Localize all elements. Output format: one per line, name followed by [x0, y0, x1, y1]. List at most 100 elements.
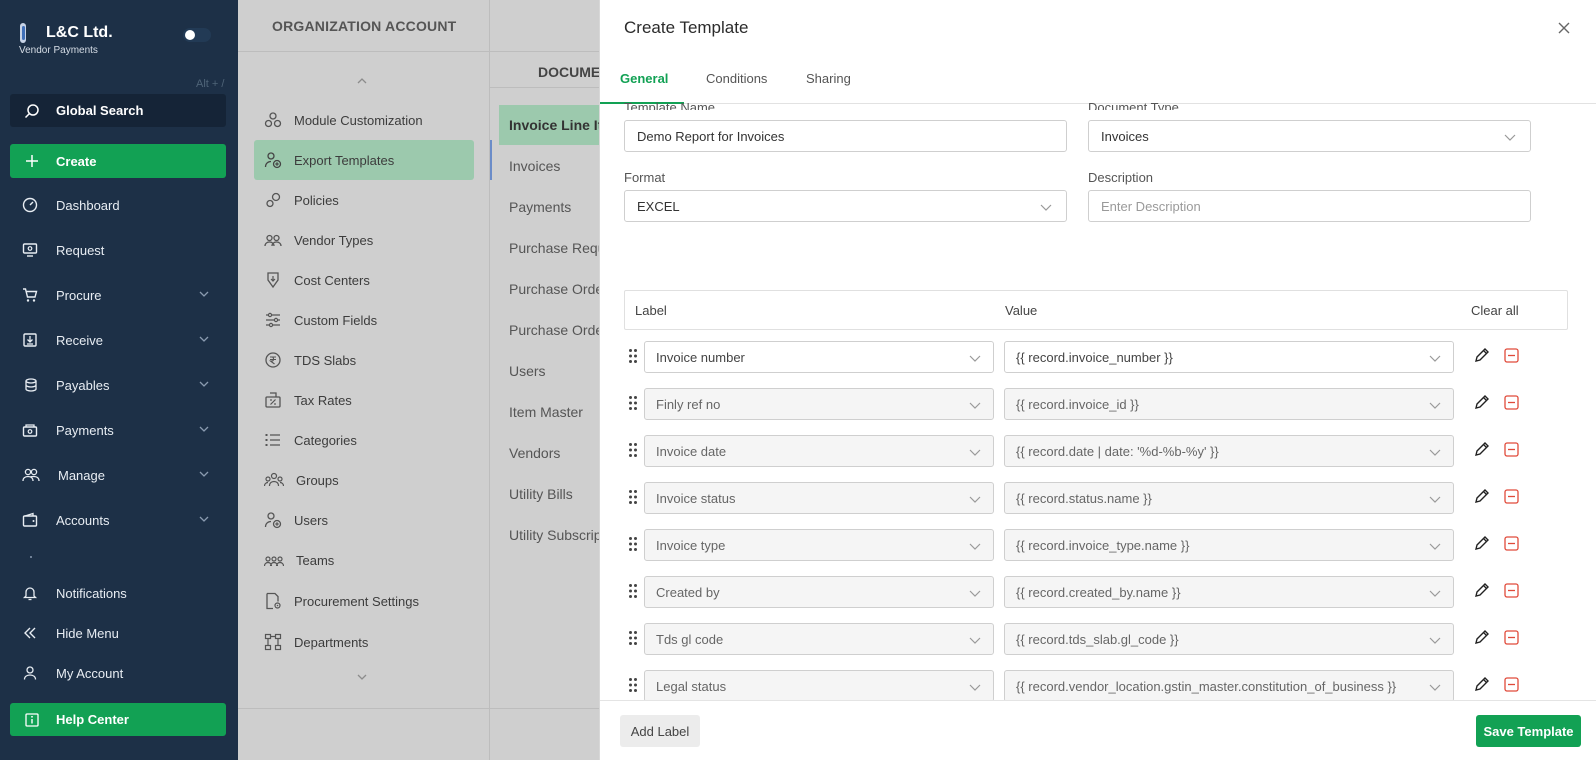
settings-item-groups[interactable]: Groups: [254, 460, 474, 500]
document-item-utility-bills[interactable]: Utility Bills: [490, 474, 600, 514]
row-label-select[interactable]: Invoice status: [644, 482, 994, 514]
row-label-select[interactable]: Created by: [644, 576, 994, 608]
document-item-payments[interactable]: Payments: [490, 187, 600, 227]
pencil-icon[interactable]: [1474, 347, 1490, 363]
brand[interactable]: L&C Ltd.: [18, 20, 113, 44]
nav-dashboard[interactable]: Dashboard: [0, 190, 238, 220]
remove-icon[interactable]: [1504, 583, 1519, 598]
drag-handle-icon[interactable]: [628, 348, 638, 364]
nav-manage[interactable]: Manage: [0, 460, 238, 490]
row-label-select[interactable]: Invoice number: [644, 341, 994, 373]
drag-handle-icon[interactable]: [628, 395, 638, 411]
settings-item-policies[interactable]: Policies: [254, 180, 474, 220]
document-item-utility-subscriptions[interactable]: Utility Subscriptions: [490, 515, 600, 555]
row-value-select[interactable]: {{ record.status.name }}: [1004, 482, 1454, 514]
row-value-text: {{ record.tds_slab.gl_code }}: [1016, 631, 1179, 647]
remove-icon[interactable]: [1504, 348, 1519, 363]
settings-item-module-customization[interactable]: Module Customization: [254, 100, 474, 140]
template-name-input[interactable]: Demo Report for Invoices: [624, 120, 1067, 152]
row-value-select[interactable]: {{ record.invoice_type.name }}: [1004, 529, 1454, 561]
document-item-invoices[interactable]: Invoices: [490, 146, 600, 186]
remove-icon[interactable]: [1504, 489, 1519, 504]
theme-toggle[interactable]: [183, 28, 211, 42]
global-search[interactable]: Global Search: [10, 94, 226, 127]
row-label-value: Invoice number: [656, 349, 745, 365]
document-item-purchase-orders[interactable]: Purchase Orders: [490, 269, 600, 309]
document-type-select[interactable]: Invoices: [1088, 120, 1531, 152]
document-item-purchase-requests[interactable]: Purchase Requests: [490, 228, 600, 268]
settings-item-categories[interactable]: Categories: [254, 420, 474, 460]
nav-request[interactable]: Request: [0, 235, 238, 265]
drag-handle-icon[interactable]: [628, 536, 638, 552]
settings-item-procurement-settings[interactable]: Procurement Settings: [254, 581, 474, 621]
settings-item-users[interactable]: Users: [254, 500, 474, 540]
nav-accounts[interactable]: Accounts: [0, 505, 238, 535]
settings-item-export-templates[interactable]: Export Templates: [254, 140, 474, 180]
nav-receive[interactable]: Receive: [0, 325, 238, 355]
create-button[interactable]: Create: [10, 144, 226, 178]
drag-handle-icon[interactable]: [628, 489, 638, 505]
nav-payments[interactable]: Payments: [0, 415, 238, 445]
document-item-purchase-orders-2[interactable]: Purchase Orders: [490, 310, 600, 350]
nav-procure[interactable]: Procure: [0, 280, 238, 310]
settings-item-vendor-types[interactable]: Vendor Types: [254, 220, 474, 260]
settings-item-label: Tax Rates: [294, 392, 352, 408]
remove-icon[interactable]: [1504, 395, 1519, 410]
template-name-label: Template Name: [624, 100, 716, 110]
document-item-invoice-line-items[interactable]: Invoice Line Items: [499, 105, 600, 145]
nav-hide-menu[interactable]: Hide Menu: [0, 618, 238, 648]
drag-handle-icon[interactable]: [628, 630, 638, 646]
row-value-select[interactable]: {{ record.vendor_location.gstin_master.c…: [1004, 670, 1454, 702]
add-label-button[interactable]: Add Label: [620, 715, 700, 747]
format-select[interactable]: EXCEL: [624, 190, 1067, 222]
help-center-button[interactable]: Help Center: [10, 703, 226, 736]
settings-item-tax-rates[interactable]: Tax Rates: [254, 380, 474, 420]
pencil-icon[interactable]: [1474, 535, 1490, 551]
settings-item-departments[interactable]: Departments: [254, 622, 474, 662]
row-value-select[interactable]: {{ record.date | date: '%d-%b-%y' }}: [1004, 435, 1454, 467]
drag-handle-icon[interactable]: [628, 442, 638, 458]
remove-icon[interactable]: [1504, 536, 1519, 551]
settings-item-custom-fields[interactable]: Custom Fields: [254, 300, 474, 340]
remove-icon[interactable]: [1504, 630, 1519, 645]
save-template-button[interactable]: Save Template: [1476, 715, 1581, 747]
tab-conditions[interactable]: Conditions: [706, 71, 767, 86]
tab-sharing[interactable]: Sharing: [806, 71, 851, 86]
clear-all-button[interactable]: Clear all: [1471, 303, 1519, 318]
remove-icon[interactable]: [1504, 677, 1519, 692]
nav-notifications[interactable]: Notifications: [0, 578, 238, 608]
row-label-select[interactable]: Invoice date: [644, 435, 994, 467]
settings-item-cost-centers[interactable]: Cost Centers: [254, 260, 474, 300]
row-value-text: {{ record.created_by.name }}: [1016, 584, 1181, 600]
description-input[interactable]: Enter Description: [1088, 190, 1531, 222]
settings-item-teams[interactable]: Teams: [254, 540, 474, 580]
document-item-vendors[interactable]: Vendors: [490, 433, 600, 473]
settings-item-tds-slabs[interactable]: TDS Slabs: [254, 340, 474, 380]
row-value-select[interactable]: {{ record.tds_slab.gl_code }}: [1004, 623, 1454, 655]
row-label-select[interactable]: Finly ref no: [644, 388, 994, 420]
row-label-select[interactable]: Invoice type: [644, 529, 994, 561]
remove-icon[interactable]: [1504, 442, 1519, 457]
row-value-select[interactable]: {{ record.invoice_id }}: [1004, 388, 1454, 420]
document-item-label: Purchase Requests: [509, 240, 600, 256]
nav-my-account[interactable]: My Account: [0, 658, 238, 688]
pencil-icon[interactable]: [1474, 394, 1490, 410]
row-value-select[interactable]: {{ record.invoice_number }}: [1004, 341, 1454, 373]
pencil-icon[interactable]: [1474, 441, 1490, 457]
nav-payables[interactable]: Payables: [0, 370, 238, 400]
pencil-icon[interactable]: [1474, 488, 1490, 504]
chevron-up-icon[interactable]: [356, 76, 368, 86]
drag-handle-icon[interactable]: [628, 583, 638, 599]
chevron-down-icon[interactable]: [356, 672, 368, 682]
pencil-icon[interactable]: [1474, 676, 1490, 692]
row-value-select[interactable]: {{ record.created_by.name }}: [1004, 576, 1454, 608]
row-label-select[interactable]: Legal status: [644, 670, 994, 702]
pencil-icon[interactable]: [1474, 582, 1490, 598]
close-icon[interactable]: [1556, 20, 1572, 36]
document-item-item-master[interactable]: Item Master: [490, 392, 600, 432]
document-item-users[interactable]: Users: [490, 351, 600, 391]
drag-handle-icon[interactable]: [628, 677, 638, 693]
row-label-select[interactable]: Tds gl code: [644, 623, 994, 655]
pencil-icon[interactable]: [1474, 629, 1490, 645]
tab-general[interactable]: General: [620, 71, 668, 86]
